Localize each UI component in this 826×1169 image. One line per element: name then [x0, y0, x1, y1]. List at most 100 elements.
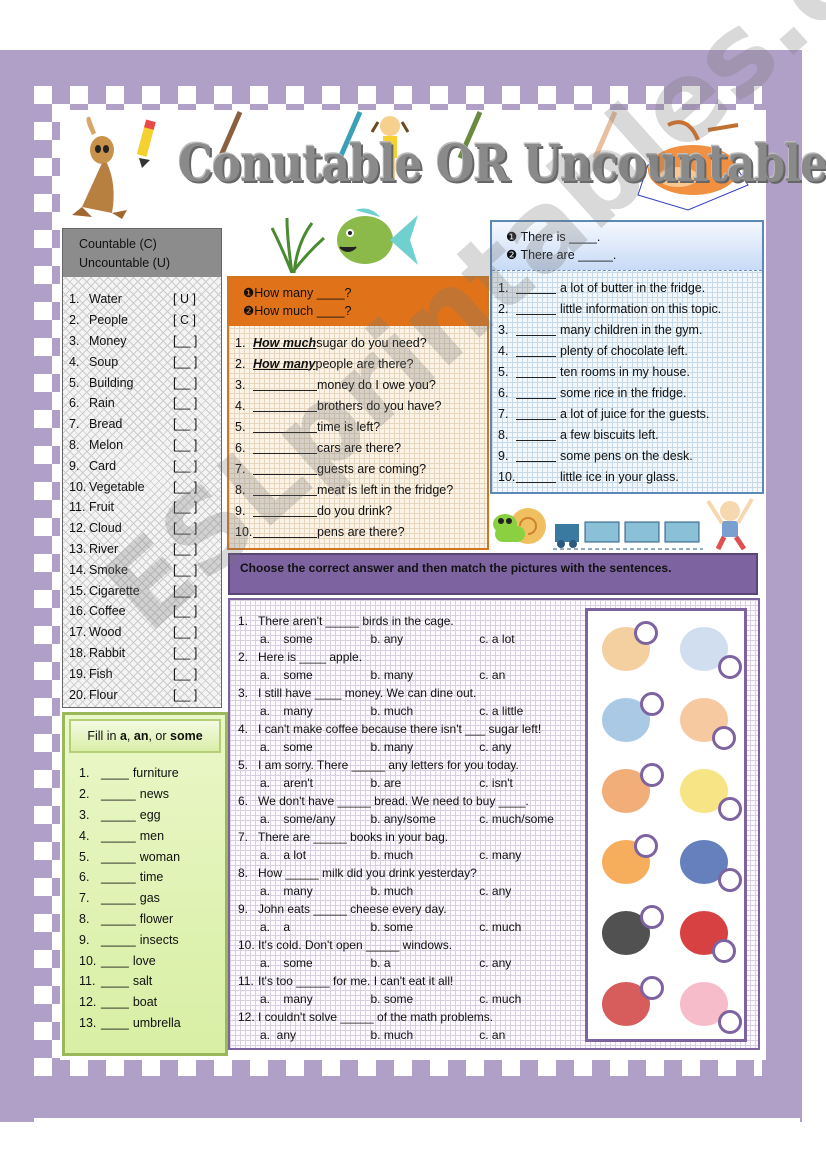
answer-field[interactable]: [__ ] — [173, 521, 213, 535]
answer-blank[interactable]: ____ — [101, 974, 129, 988]
option-a[interactable]: a. aren't — [260, 776, 370, 790]
answer-field[interactable]: [__ ] — [173, 584, 213, 598]
option-c[interactable]: c. any — [479, 884, 588, 898]
option-b[interactable]: b. any/some — [370, 812, 479, 826]
answer-blank[interactable] — [516, 450, 556, 462]
answer-blank[interactable] — [253, 484, 317, 496]
option-a[interactable]: a. some — [260, 668, 370, 682]
option-b[interactable]: b. any — [370, 632, 479, 646]
answer-blank[interactable] — [516, 366, 556, 378]
match-circle[interactable] — [640, 976, 664, 1000]
answer-blank[interactable]: _____ — [101, 808, 136, 822]
option-a[interactable]: a. some — [260, 632, 370, 646]
option-b[interactable]: b. a — [370, 956, 479, 970]
answer-field[interactable]: [__ ] — [173, 417, 213, 431]
option-c[interactable]: c. an — [479, 1028, 588, 1042]
answer-blank[interactable]: _____ — [101, 850, 136, 864]
answer-blank[interactable] — [253, 442, 317, 454]
answer-blank[interactable]: _____ — [101, 787, 136, 801]
option-b[interactable]: b. much — [370, 848, 479, 862]
answer-field[interactable]: [__ ] — [173, 604, 213, 618]
option-c[interactable]: c. much/some — [479, 812, 588, 826]
answer-blank[interactable]: _____ — [101, 912, 136, 926]
option-a[interactable]: a. some — [260, 740, 370, 754]
answer-field[interactable]: [__ ] — [173, 625, 213, 639]
option-a[interactable]: a. some/any — [260, 812, 370, 826]
option-b[interactable]: b. many — [370, 740, 479, 754]
answer-blank[interactable] — [516, 408, 556, 420]
option-b[interactable]: b. some — [370, 992, 479, 1006]
option-b[interactable]: b. some — [370, 920, 479, 934]
answer-blank[interactable]: ____ — [101, 766, 129, 780]
option-a[interactable]: a. many — [260, 704, 370, 718]
match-circle[interactable] — [640, 692, 664, 716]
answer-blank[interactable] — [253, 505, 317, 517]
answer-blank[interactable] — [516, 387, 556, 399]
answer-blank[interactable] — [253, 421, 317, 433]
answer-blank[interactable]: _____ — [101, 891, 136, 905]
match-circle[interactable] — [718, 797, 742, 821]
option-b[interactable]: b. are — [370, 776, 479, 790]
answer-blank[interactable] — [516, 282, 556, 294]
answer-blank[interactable] — [516, 471, 556, 483]
answer-blank[interactable] — [253, 526, 317, 538]
match-circle[interactable] — [718, 655, 742, 679]
answer-field[interactable]: [__ ] — [173, 396, 213, 410]
answer-field[interactable]: [__ ] — [173, 688, 213, 702]
answer-field[interactable]: [__ ] — [173, 334, 213, 348]
match-circle[interactable] — [718, 868, 742, 892]
option-c[interactable]: c. a little — [479, 704, 588, 718]
answer-field[interactable]: [ U ] — [173, 292, 213, 306]
option-c[interactable]: c. any — [479, 740, 588, 754]
answer-blank[interactable] — [253, 463, 317, 475]
answer-blank[interactable]: _____ — [101, 870, 136, 884]
option-c[interactable]: c. an — [479, 668, 588, 682]
answer-blank[interactable] — [516, 303, 556, 315]
answer-blank[interactable] — [516, 324, 556, 336]
answer-blank[interactable] — [253, 400, 317, 412]
answer-blank[interactable]: _____ — [101, 933, 136, 947]
answer-field[interactable]: [__ ] — [173, 438, 213, 452]
match-circle[interactable] — [718, 1010, 742, 1034]
answer-field[interactable]: [__ ] — [173, 500, 213, 514]
answer-field[interactable]: [__ ] — [173, 459, 213, 473]
option-c[interactable]: c. a lot — [479, 632, 588, 646]
answer-blank[interactable] — [516, 429, 556, 441]
item-word: Water — [89, 292, 122, 307]
option-a[interactable]: a. any — [260, 1028, 370, 1042]
match-circle[interactable] — [640, 905, 664, 929]
match-circle[interactable] — [712, 726, 736, 750]
answer-field[interactable]: [__ ] — [173, 376, 213, 390]
option-c[interactable]: c. any — [479, 956, 588, 970]
option-b[interactable]: b. much — [370, 884, 479, 898]
answer-blank[interactable] — [516, 345, 556, 357]
option-a[interactable]: a. a lot — [260, 848, 370, 862]
option-c[interactable]: c. many — [479, 848, 588, 862]
answer-field[interactable]: [__ ] — [173, 646, 213, 660]
option-c[interactable]: c. much — [479, 992, 588, 1006]
match-circle[interactable] — [640, 763, 664, 787]
answer-field[interactable]: [__ ] — [173, 667, 213, 681]
match-circle[interactable] — [712, 939, 736, 963]
answer-field[interactable]: [__ ] — [173, 542, 213, 556]
option-a[interactable]: a. many — [260, 992, 370, 1006]
option-b[interactable]: b. many — [370, 668, 479, 682]
match-circle[interactable] — [634, 834, 658, 858]
answer-blank[interactable]: ____ — [101, 1016, 129, 1030]
option-a[interactable]: a. a — [260, 920, 370, 934]
answer-blank[interactable]: ____ — [101, 954, 129, 968]
answer-field[interactable]: [__ ] — [173, 355, 213, 369]
option-b[interactable]: b. much — [370, 704, 479, 718]
match-circle[interactable] — [634, 621, 658, 645]
answer-field[interactable]: [ C ] — [173, 313, 213, 327]
answer-field[interactable]: [__ ] — [173, 563, 213, 577]
option-c[interactable]: c. isn't — [479, 776, 588, 790]
option-a[interactable]: a. some — [260, 956, 370, 970]
answer-blank[interactable]: ____ — [101, 995, 129, 1009]
option-b[interactable]: b. much — [370, 1028, 479, 1042]
answer-field[interactable]: [__ ] — [173, 480, 213, 494]
option-c[interactable]: c. much — [479, 920, 588, 934]
answer-blank[interactable] — [253, 379, 317, 391]
option-a[interactable]: a. many — [260, 884, 370, 898]
answer-blank[interactable]: _____ — [101, 829, 136, 843]
